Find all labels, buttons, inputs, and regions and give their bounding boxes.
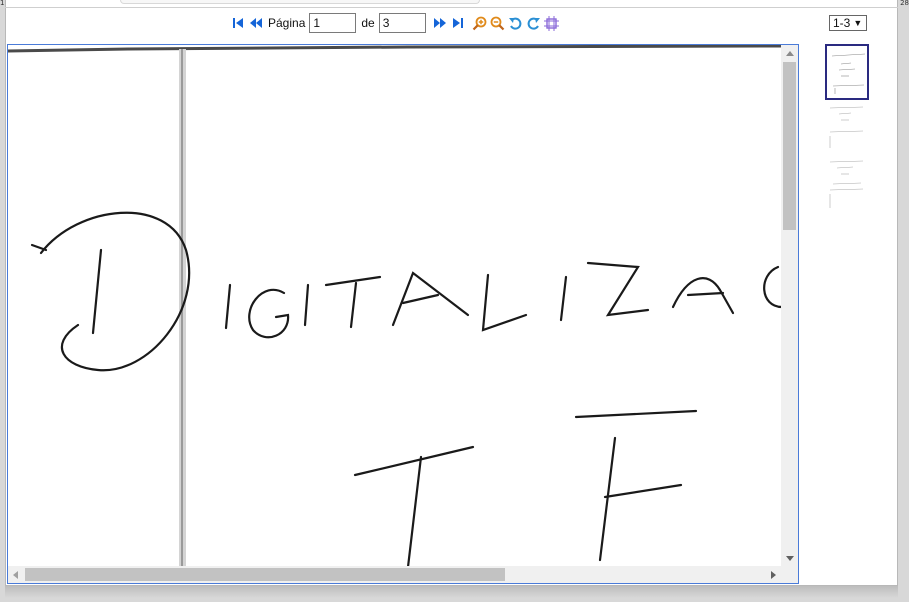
scroll-right-icon[interactable] (771, 571, 776, 579)
zoom-out-icon[interactable] (490, 15, 506, 31)
corner-label-left: 1 (0, 0, 5, 7)
last-page-icon[interactable] (450, 15, 466, 31)
window-shadow (5, 586, 898, 598)
thumbnail-page-3[interactable] (825, 156, 869, 212)
scrollbar-corner (781, 566, 798, 583)
previous-page-icon[interactable] (248, 15, 264, 31)
rotate-left-icon[interactable] (508, 15, 524, 31)
first-page-icon[interactable] (230, 15, 246, 31)
vertical-scrollbar[interactable] (781, 45, 798, 567)
current-page-input[interactable] (309, 13, 357, 33)
scroll-left-icon[interactable] (13, 571, 18, 579)
page-label: Página (268, 16, 306, 30)
thumbnail-page-2[interactable] (825, 100, 869, 156)
page-range-value: 1-3 (833, 16, 851, 30)
rotate-right-icon[interactable] (526, 15, 542, 31)
next-page-icon[interactable] (432, 15, 448, 31)
page-range-select[interactable]: 1-3 ▼ (829, 15, 867, 31)
top-divider (5, 7, 898, 8)
corner-label-right: 28 (900, 0, 909, 7)
document-viewer[interactable] (7, 44, 799, 584)
page-toolbar: Página de (230, 13, 562, 33)
horizontal-scrollbar[interactable] (8, 566, 782, 583)
page-thumbnails (825, 44, 873, 212)
horizontal-scroll-thumb[interactable] (25, 568, 505, 581)
vertical-scroll-thumb[interactable] (783, 62, 796, 230)
scroll-down-icon[interactable] (786, 556, 794, 561)
scroll-up-icon[interactable] (786, 51, 794, 56)
document-page (8, 45, 784, 569)
of-label: de (361, 16, 375, 30)
thumbnail-page-1[interactable] (825, 44, 869, 100)
handwritten-scan (8, 45, 784, 569)
top-tab (120, 0, 480, 4)
chevron-down-icon: ▼ (853, 18, 863, 28)
fit-page-icon[interactable] (544, 15, 560, 31)
total-pages-field (378, 13, 426, 33)
zoom-in-icon[interactable] (472, 15, 488, 31)
